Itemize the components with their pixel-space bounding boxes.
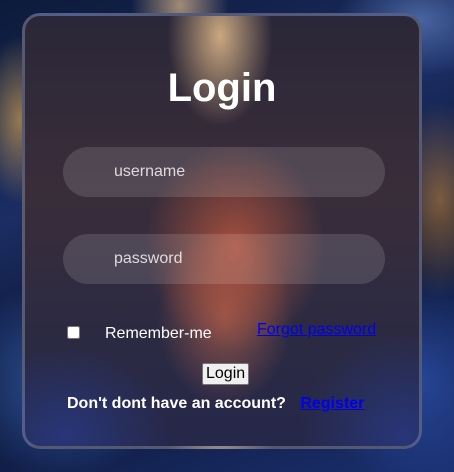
remember-me-label: Remember-me <box>105 325 212 342</box>
username-input[interactable] <box>63 147 385 197</box>
register-link[interactable]: Register <box>300 395 364 412</box>
page-title: Login <box>167 66 277 110</box>
password-input[interactable] <box>63 234 385 284</box>
login-card: Login Remember-me Forgot password Login … <box>22 13 422 449</box>
signup-prompt: Don't dont have an account? Register <box>67 395 364 413</box>
login-button[interactable]: Login <box>202 363 250 385</box>
forgot-password-link[interactable]: Forgot password <box>257 321 376 339</box>
remember-me-checkbox[interactable] <box>67 326 80 339</box>
no-account-text: Don't dont have an account? <box>67 395 286 412</box>
